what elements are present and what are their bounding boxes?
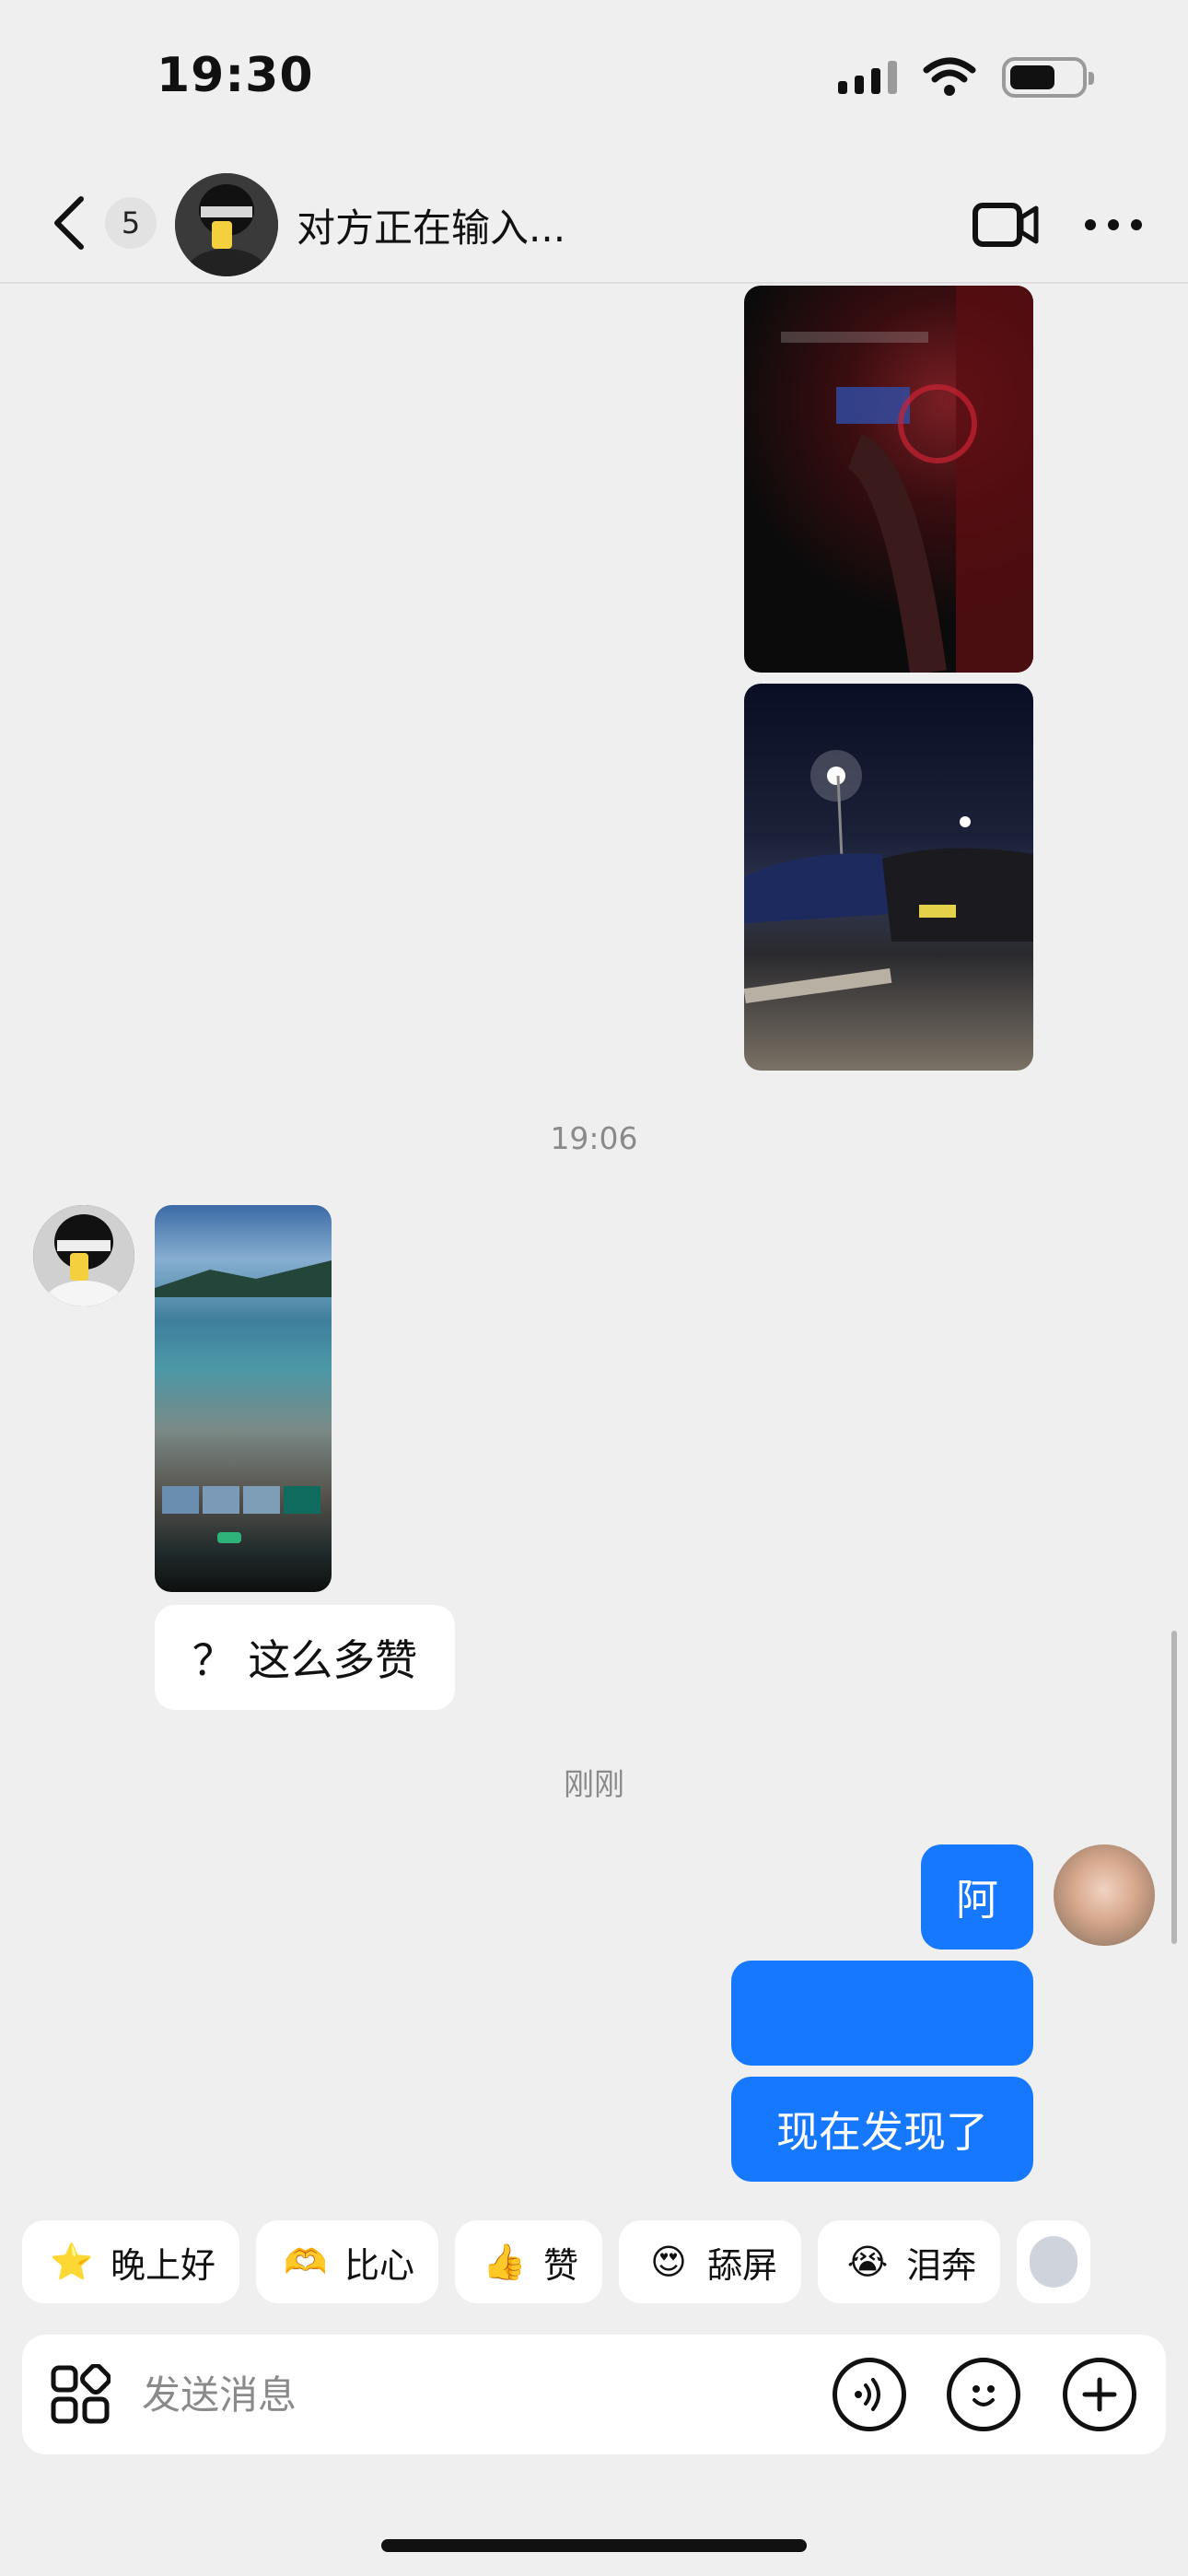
quick-reply-chip[interactable]: 🫶 比心 bbox=[256, 2220, 439, 2303]
contact-avatar[interactable] bbox=[175, 173, 278, 276]
cat-emoji-icon bbox=[1030, 2236, 1078, 2288]
plus-icon[interactable] bbox=[1063, 2358, 1136, 2431]
my-avatar[interactable] bbox=[1054, 1844, 1155, 1946]
outgoing-text-message[interactable] bbox=[731, 1961, 1033, 2066]
chat-header: 5 对方正在输入... bbox=[0, 166, 1188, 284]
image-message-lake-screenshot[interactable] bbox=[155, 1205, 332, 1592]
message-input-bar bbox=[22, 2335, 1166, 2454]
image-message-parking-lot[interactable] bbox=[744, 684, 1033, 1071]
status-icons bbox=[838, 57, 1094, 98]
emoji-icon[interactable] bbox=[947, 2358, 1020, 2431]
message-input[interactable] bbox=[142, 2360, 694, 2429]
quick-reply-chip[interactable]: 👍 赞 bbox=[455, 2220, 603, 2303]
star-emoji-icon: ⭐ bbox=[50, 2241, 94, 2282]
chip-label: 赞 bbox=[543, 2244, 579, 2286]
apps-grid-icon[interactable] bbox=[50, 2364, 111, 2425]
time-divider: 19:06 bbox=[550, 1120, 638, 1156]
incoming-text-message[interactable]: ？ 这么多赞 bbox=[155, 1605, 455, 1710]
quick-reply-chip[interactable]: 😭 泪奔 bbox=[818, 2220, 1001, 2303]
heart-hands-emoji-icon: 🫶 bbox=[284, 2241, 328, 2282]
outgoing-text-message[interactable]: 现在发现了 bbox=[731, 2077, 1033, 2182]
status-time: 19:30 bbox=[157, 48, 314, 103]
quick-reply-chip[interactable]: 😍 舔屏 bbox=[619, 2220, 802, 2303]
chip-label: 晚上好 bbox=[111, 2244, 216, 2286]
chip-label: 舔屏 bbox=[707, 2244, 778, 2286]
cellular-signal-icon bbox=[838, 61, 897, 94]
chip-label: 比心 bbox=[344, 2244, 415, 2286]
crying-emoji-icon: 😭 bbox=[846, 2242, 889, 2282]
outgoing-text-message[interactable]: 阿 bbox=[921, 1844, 1033, 1950]
unread-count-badge[interactable]: 5 bbox=[105, 197, 157, 249]
thumbs-up-emoji-icon: 👍 bbox=[483, 2241, 527, 2282]
back-chevron-icon[interactable] bbox=[48, 193, 92, 252]
battery-icon bbox=[1002, 57, 1094, 98]
video-call-icon[interactable] bbox=[973, 201, 1039, 249]
scrollbar[interactable] bbox=[1171, 1631, 1177, 1944]
home-indicator[interactable] bbox=[381, 2539, 807, 2552]
chip-label: 泪奔 bbox=[906, 2244, 977, 2286]
heart-eyes-emoji-icon: 😍 bbox=[650, 2242, 687, 2282]
more-icon[interactable] bbox=[1083, 217, 1144, 232]
wifi-icon bbox=[923, 57, 976, 96]
image-message-car-interior[interactable] bbox=[744, 286, 1033, 673]
time-divider: 刚刚 bbox=[564, 1766, 624, 1802]
voice-icon[interactable] bbox=[833, 2358, 906, 2431]
quick-reply-chip[interactable]: ⭐ 晚上好 bbox=[22, 2220, 240, 2303]
quick-reply-chip-partial[interactable] bbox=[1017, 2220, 1091, 2303]
friend-avatar[interactable] bbox=[33, 1205, 134, 1306]
chat-title: 对方正在输入... bbox=[297, 205, 566, 251]
quick-reply-bar: ⭐ 晚上好 🫶 比心 👍 赞 😍 舔屏 😭 泪奔 bbox=[22, 2220, 1091, 2303]
